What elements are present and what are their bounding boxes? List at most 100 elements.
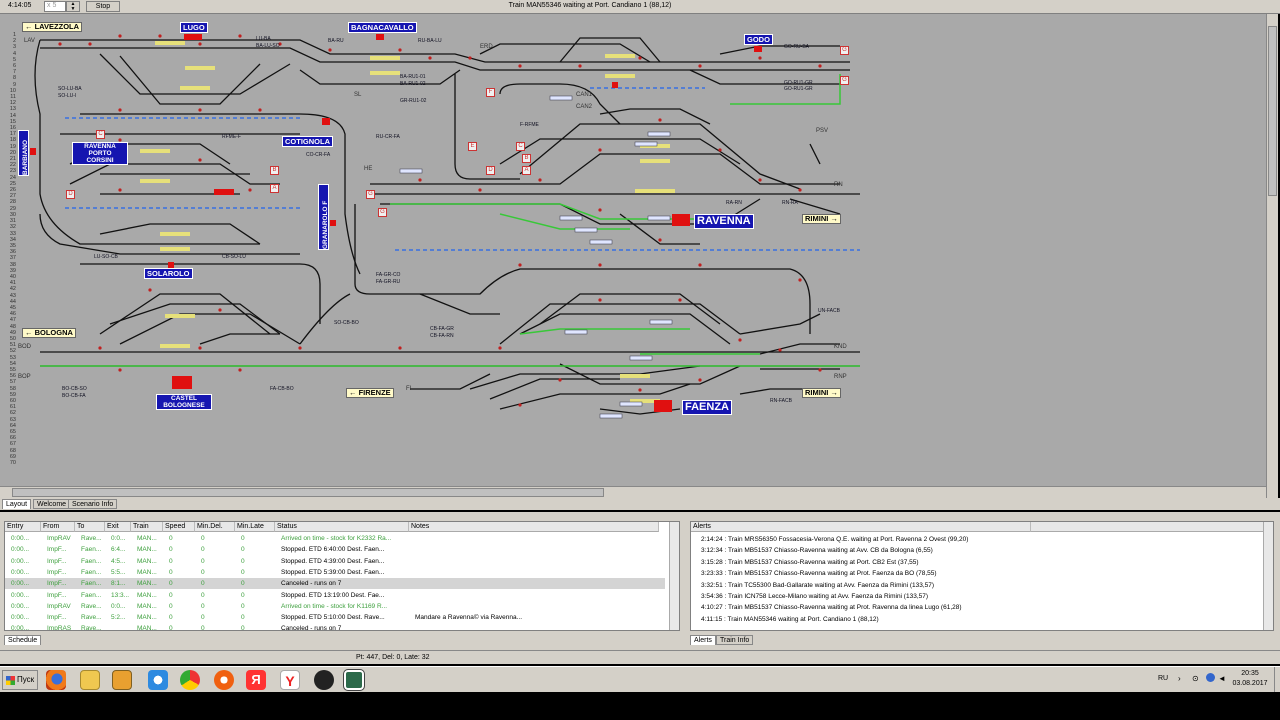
yandex-browser-icon[interactable]: Y: [280, 670, 300, 690]
schedule-row[interactable]: 0:00... ImpRAV Rave... 0:0... MAN... 0 0 0 Arriv…: [5, 533, 665, 544]
schedule-scrollbar[interactable]: [669, 522, 679, 630]
info-icon[interactable]: [1206, 673, 1215, 682]
alert-item[interactable]: 3:23:33 : Train MB51537 Chiasso-Ravenna …: [701, 568, 937, 579]
screen-border: [0, 692, 1280, 720]
clock-date[interactable]: 03.08.2017: [1226, 680, 1274, 687]
station-granarolo[interactable]: GRANAROLO F: [318, 184, 329, 250]
schedule-cell-entry: 0:00...: [11, 602, 30, 610]
schedule-header-minlate[interactable]: Min.Late: [235, 522, 275, 532]
junction-he: HE: [364, 166, 373, 172]
stop-button[interactable]: Stop: [86, 1, 120, 12]
alerts-list[interactable]: Alerts 2:14:24 : Train MRS56350 Fossaces…: [690, 521, 1274, 631]
alert-item[interactable]: 4:11:15 : Train MAN55346 waiting at Port…: [701, 614, 879, 625]
track-code: BO-CB-FA: [62, 393, 86, 399]
alerts-scrollbar[interactable]: [1263, 522, 1273, 630]
alert-item[interactable]: 3:54:36 : Train ICN758 Lecce-Milano wait…: [701, 591, 928, 602]
obs-icon[interactable]: [314, 670, 334, 690]
internet-explorer-icon[interactable]: [148, 670, 168, 690]
layout-vertical-scrollbar[interactable]: [1266, 14, 1278, 500]
schedule-header-to[interactable]: To: [75, 522, 105, 532]
chrome-icon[interactable]: [180, 670, 200, 690]
track-diagram[interactable]: [0, 14, 1266, 486]
start-button[interactable]: Пуск: [2, 670, 38, 690]
schedule-cell-minlate: 0: [241, 546, 245, 554]
alert-item[interactable]: 3:32:51 : Train TC55300 Bad-Gallarate wa…: [701, 580, 934, 591]
schedule-row[interactable]: 0:00... ImpF... Faen... 4:5... MAN... 0 0 0 Stop…: [5, 555, 665, 567]
schedule-header-train[interactable]: Train: [131, 522, 163, 532]
speed-field[interactable]: x 5: [44, 1, 66, 12]
speed-spinner[interactable]: ▲ ▼: [66, 1, 80, 12]
layout-horizontal-scrollbar[interactable]: [0, 486, 1266, 498]
scroll-thumb[interactable]: [12, 488, 604, 497]
railway-layout[interactable]: 1 2 3 4 5 6 7 8 9 10 11 12 13 14 15 16 17 18 19 20 21 22 23 24 2…: [0, 14, 1266, 486]
schedule-cell-to: Faen...: [81, 557, 102, 565]
schedule-cell-minlate: 0: [241, 557, 245, 565]
media-player-icon[interactable]: [112, 670, 132, 690]
alert-item[interactable]: 2:14:24 : Train MRS56350 Fossacesia-Vero…: [701, 534, 968, 545]
schedule-header-exit[interactable]: Exit: [105, 522, 131, 532]
schedule-header-from[interactable]: From: [41, 522, 75, 532]
tab-scenario-info[interactable]: Scenario Info: [68, 499, 118, 509]
tab-train-info[interactable]: Train Info: [716, 635, 754, 645]
platform-marker-g: G: [378, 208, 387, 217]
alert-item[interactable]: 3:15:28 : Train MB51537 Chiasso-Ravenna …: [701, 557, 919, 568]
exit-rimini-north[interactable]: RIMINI →: [802, 214, 841, 224]
schedule-row[interactable]: 0:00... ImpRAS Rave... MAN... 0 0 0 Canceled - …: [5, 623, 665, 630]
schedule-cell-from: ImpF...: [47, 546, 67, 554]
junction-bop: BOP: [18, 374, 31, 380]
app-orange-icon[interactable]: [214, 670, 234, 690]
schedule-row[interactable]: 0:00... ImpF... Faen... 13:3... MAN... 0 0 0 Sto…: [5, 589, 665, 601]
platform-marker-g: G: [366, 190, 375, 199]
network-icon[interactable]: ⊙: [1192, 674, 1199, 683]
schedule-cell-mindel: 0: [201, 535, 205, 542]
schedule-cell-exit: 5:5...: [111, 568, 126, 576]
schedule-header-status[interactable]: Status: [275, 522, 409, 532]
schedule-header-entry[interactable]: Entry: [5, 522, 41, 532]
platform-marker-b: B: [270, 166, 279, 175]
schedule-row[interactable]: 0:00... ImpF... Faen... 5:5... MAN... 0 0 0 Stop…: [5, 566, 665, 578]
volume-icon[interactable]: ◄: [1218, 674, 1226, 683]
simsig-app-icon[interactable]: [343, 669, 365, 691]
station-solarolo[interactable]: SOLAROLO: [144, 268, 193, 279]
sim-clock: 4:14:05: [8, 2, 32, 9]
station-ravenna[interactable]: RAVENNA: [694, 214, 754, 229]
schedule-cell-exit: 4:5...: [111, 557, 126, 565]
station-ravenna-porto[interactable]: RAVENNA PORTO CORSINI: [72, 142, 128, 165]
scroll-thumb[interactable]: [1268, 26, 1277, 196]
alert-item[interactable]: 4:10:27 : Train MB51537 Chiasso-Ravenna …: [701, 602, 962, 613]
station-castel-bolognese[interactable]: CASTEL BOLOGNESE: [156, 394, 212, 410]
schedule-row[interactable]: 0:00... ImpF... Faen... 8:1... MAN... 0 0 0 Canc…: [5, 578, 665, 590]
exit-bologna[interactable]: ← BOLOGNA: [22, 328, 76, 338]
track-code: RN-RA: [782, 200, 798, 206]
tab-schedule[interactable]: Schedule: [4, 635, 42, 645]
exit-firenze[interactable]: ← FIRENZE: [346, 388, 394, 398]
language-indicator[interactable]: RU: [1158, 675, 1168, 682]
station-lugo[interactable]: LUGO: [180, 22, 208, 33]
exit-rimini-south[interactable]: RIMINI →: [802, 388, 841, 398]
schedule-cell-train: MAN...: [137, 535, 157, 542]
clock-time[interactable]: 20:35: [1232, 670, 1268, 677]
show-desktop-button[interactable]: [1274, 667, 1280, 693]
schedule-row[interactable]: 0:00... ImpRAV Rave... 0:0... MAN... 0 0 0 Arriv…: [5, 600, 665, 612]
schedule-table[interactable]: Entry From To Exit Train Speed Min.Del. Min.Lat…: [4, 521, 680, 631]
schedule-row[interactable]: 0:00... ImpF... Faen... 6:4... MAN... 0 0 0 Stop…: [5, 544, 665, 556]
station-godo[interactable]: GODO: [744, 34, 773, 45]
schedule-header-notes[interactable]: Notes: [409, 522, 659, 532]
tab-welcome[interactable]: Welcome: [33, 499, 71, 509]
alert-item[interactable]: 3:12:34 : Train MB51537 Chiasso-Ravenna …: [701, 545, 933, 556]
station-faenza[interactable]: FAENZA: [682, 400, 732, 415]
station-bagnacavallo[interactable]: BAGNACAVALLO: [348, 22, 417, 33]
station-barbiano[interactable]: BARBIANO: [18, 130, 29, 176]
schedule-header-mindel[interactable]: Min.Del.: [195, 522, 235, 532]
tab-alerts[interactable]: Alerts: [690, 635, 716, 645]
tab-layout[interactable]: Layout: [2, 499, 32, 509]
firefox-icon[interactable]: [46, 670, 66, 690]
schedule-cell-train: MAN...: [137, 557, 157, 565]
exit-lavezzola[interactable]: ← LAVEZZOLA: [22, 22, 83, 32]
station-cotignola[interactable]: COTIGNOLA: [282, 136, 333, 147]
schedule-header-speed[interactable]: Speed: [163, 522, 195, 532]
schedule-row[interactable]: 0:00... ImpF... Rave... 5:2... MAN... 0 0 0 Stop…: [5, 612, 665, 624]
folder-icon[interactable]: [80, 670, 100, 690]
yandex-icon[interactable]: Я: [246, 670, 266, 690]
tray-arrow-icon[interactable]: ›: [1178, 674, 1181, 683]
